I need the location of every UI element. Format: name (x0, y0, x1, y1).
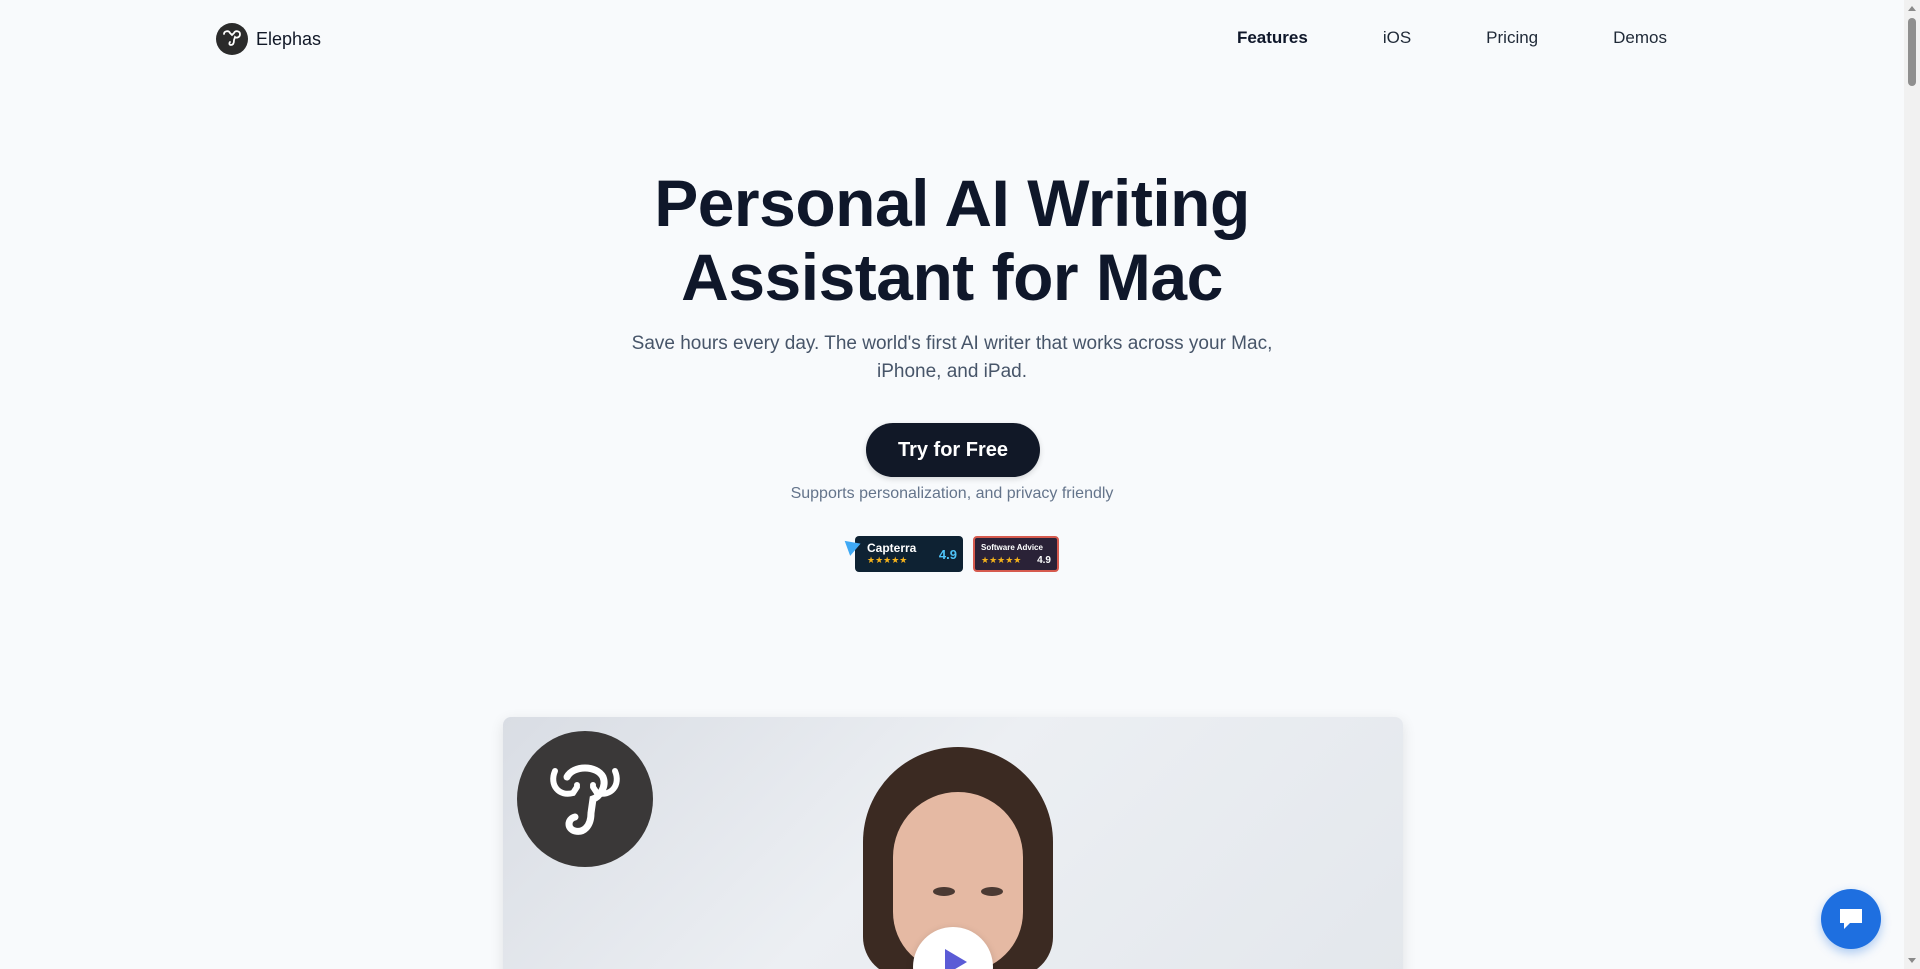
brand-logo-link[interactable]: Elephas (216, 23, 321, 55)
software-advice-stars: ★★★★★ (981, 555, 1022, 565)
page-scrollbar[interactable] (1904, 0, 1920, 969)
nav-item-features[interactable]: Features (1237, 28, 1308, 48)
hero-subtitle: Save hours every day. The world's first … (610, 330, 1294, 386)
capterra-rating-badge[interactable]: Capterra ★★★★★ 4.9 (844, 536, 963, 572)
nav-item-pricing[interactable]: Pricing (1486, 28, 1538, 48)
landing-page: Elephas Features iOS Pricing Demos Perso… (0, 0, 1920, 969)
hero-title-line-2: Assistant for Mac (681, 240, 1223, 314)
main-nav: Features iOS Pricing Demos (1237, 28, 1667, 48)
hero-title-line-1: Personal AI Writing (654, 166, 1250, 240)
capterra-score: 4.9 (938, 546, 957, 562)
scroll-down-icon[interactable] (1908, 958, 1916, 963)
software-advice-label: Software Advice (981, 543, 1043, 552)
software-advice-rating-badge[interactable]: Software Advice ★★★★★ 4.9 (973, 536, 1059, 572)
hero-subtitle-line-2: iPhone, and iPad. (876, 361, 1027, 382)
nav-item-demos[interactable]: Demos (1613, 28, 1667, 48)
site-header: Elephas Features iOS Pricing Demos (0, 0, 1904, 80)
hero-subtitle-line-1: Save hours every day. The world's first … (631, 333, 1273, 354)
rating-badges: Capterra ★★★★★ 4.9 Software Advice ★★★★★… (844, 536, 1059, 572)
scrollbar-thumb[interactable] (1908, 18, 1916, 86)
brand-name: Elephas (256, 28, 322, 49)
software-advice-score: 4.9 (1037, 555, 1051, 566)
hero-title: Personal AI Writing Assistant for Mac (0, 166, 1904, 314)
chat-widget-button[interactable] (1821, 889, 1881, 949)
nav-item-ios[interactable]: iOS (1383, 28, 1411, 48)
capterra-flag-icon (844, 536, 864, 556)
demo-video[interactable] (503, 717, 1403, 969)
try-for-free-button[interactable]: Try for Free (866, 423, 1040, 477)
play-icon (945, 949, 967, 969)
chat-bubble-icon (1840, 909, 1862, 929)
cta-note: Supports personalization, and privacy fr… (790, 485, 1114, 502)
capterra-stars: ★★★★★ (867, 555, 908, 565)
elephant-logo-icon (517, 731, 653, 867)
elephant-logo-icon (216, 23, 248, 55)
capterra-label: Capterra (867, 541, 917, 555)
scroll-up-icon[interactable] (1908, 6, 1916, 11)
